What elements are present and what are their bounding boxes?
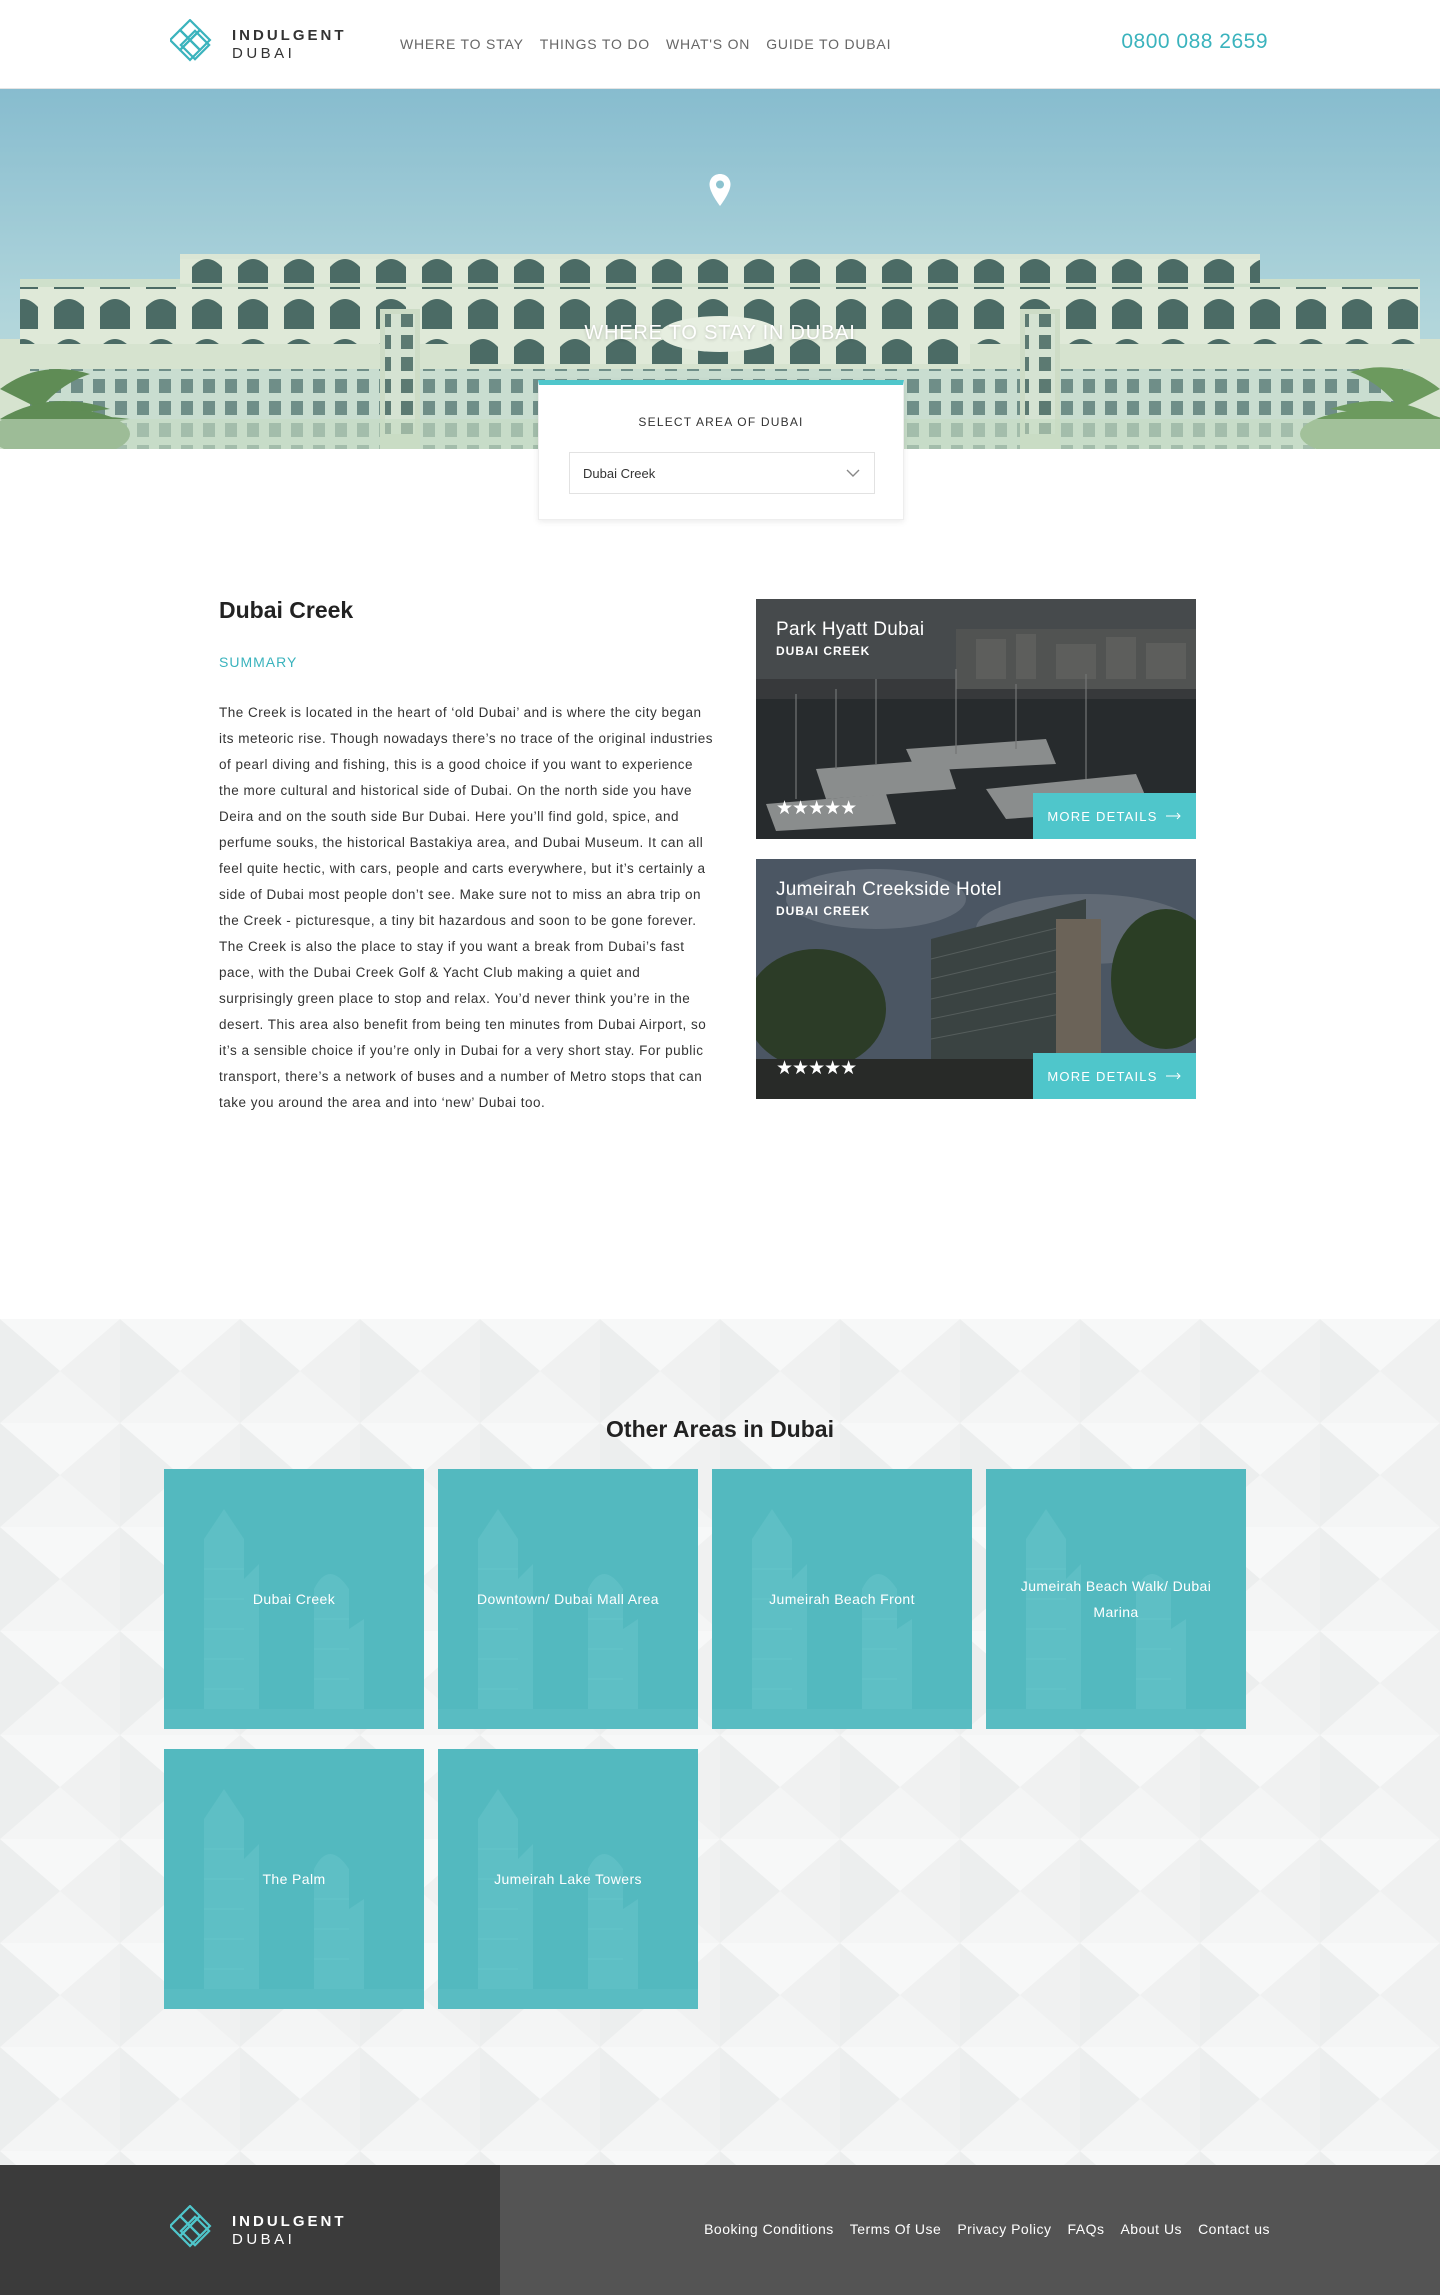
hotel-card-jumeirah-creekside[interactable]: Jumeirah Creekside Hotel DUBAI CREEK ★★★… bbox=[756, 859, 1196, 1099]
brand-name-line2: DUBAI bbox=[232, 2230, 296, 2248]
area-tile-label: Jumeirah Lake Towers bbox=[494, 1871, 642, 1887]
area-tile-downtown-dubai-mall[interactable]: Downtown/ Dubai Mall Area bbox=[438, 1469, 698, 1729]
footer-logo[interactable]: INDULGENT DUBAI bbox=[170, 2205, 347, 2255]
brand-name-line2: DUBAI bbox=[232, 44, 296, 62]
area-tile-jumeirah-lake-towers[interactable]: Jumeirah Lake Towers bbox=[438, 1749, 698, 2009]
hotel-name: Park Hyatt Dubai bbox=[776, 619, 925, 640]
phone-number[interactable]: 0800 088 2659 bbox=[1121, 30, 1268, 54]
footer-link-privacy-policy[interactable]: Privacy Policy bbox=[957, 2221, 1051, 2237]
hotel-area: DUBAI CREEK bbox=[776, 904, 871, 918]
footer-links: Booking Conditions Terms Of Use Privacy … bbox=[704, 2221, 1270, 2237]
more-details-button[interactable]: MORE DETAILS bbox=[1033, 1053, 1196, 1099]
summary-label: SUMMARY bbox=[219, 654, 298, 670]
nav-things-to-do[interactable]: THINGS TO DO bbox=[540, 36, 650, 52]
star-rating: ★★★★★ bbox=[776, 798, 857, 819]
area-tile-the-palm[interactable]: The Palm bbox=[164, 1749, 424, 2009]
brand-logo[interactable]: INDULGENT DUBAI bbox=[170, 19, 347, 69]
footer-link-about-us[interactable]: About Us bbox=[1120, 2221, 1182, 2237]
area-title: Dubai Creek bbox=[219, 597, 354, 623]
arrow-right-icon bbox=[1165, 1072, 1181, 1080]
site-header: INDULGENT DUBAI WHERE TO STAY THINGS TO … bbox=[0, 0, 1440, 89]
other-areas-title: Other Areas in Dubai bbox=[606, 1416, 834, 1442]
more-details-label: MORE DETAILS bbox=[1047, 1068, 1158, 1084]
area-tile-jumeirah-beach-front[interactable]: Jumeirah Beach Front bbox=[712, 1469, 972, 1729]
hero-title: WHERE TO STAY IN DUBAI bbox=[584, 322, 856, 344]
more-details-button[interactable]: MORE DETAILS bbox=[1033, 793, 1196, 839]
area-tile-label: Downtown/ Dubai Mall Area bbox=[477, 1591, 659, 1607]
hotel-name: Jumeirah Creekside Hotel bbox=[776, 879, 1002, 900]
logo-knot-icon bbox=[170, 2205, 212, 2248]
nav-where-to-stay[interactable]: WHERE TO STAY bbox=[400, 36, 524, 52]
area-tile-label: The Palm bbox=[262, 1871, 326, 1887]
footer-link-booking-conditions[interactable]: Booking Conditions bbox=[704, 2221, 834, 2237]
arrow-right-icon bbox=[1165, 812, 1181, 820]
area-tile-dubai-creek[interactable]: Dubai Creek bbox=[164, 1469, 424, 1729]
other-areas-section: Other Areas in Dubai Dubai Creek Downtow… bbox=[0, 1319, 1440, 2165]
area-tile-jumeirah-beach-walk-dubai-marina[interactable]: Jumeirah Beach Walk/ Dubai Marina bbox=[986, 1469, 1246, 1729]
area-summary-text: The Creek is located in the heart of ‘ol… bbox=[219, 705, 713, 1110]
nav-whats-on[interactable]: WHAT'S ON bbox=[666, 36, 750, 52]
area-tile-label: Jumeirah Beach Walk/ Dubai Marina bbox=[1020, 1578, 1212, 1620]
logo-knot-icon bbox=[170, 19, 212, 62]
area-tile-label: Jumeirah Beach Front bbox=[769, 1591, 915, 1607]
hotel-card-park-hyatt[interactable]: Park Hyatt Dubai DUBAI CREEK ★★★★★ MORE … bbox=[756, 599, 1196, 839]
brand-name-line1: INDULGENT bbox=[232, 26, 347, 44]
footer-link-terms-of-use[interactable]: Terms Of Use bbox=[850, 2221, 942, 2237]
star-rating: ★★★★★ bbox=[776, 1058, 857, 1079]
footer-link-contact-us[interactable]: Contact us bbox=[1198, 2221, 1270, 2237]
nav-guide-to-dubai[interactable]: GUIDE TO DUBAI bbox=[766, 36, 891, 52]
brand-name-line1: INDULGENT bbox=[232, 2212, 347, 2230]
more-details-label: MORE DETAILS bbox=[1047, 808, 1158, 824]
area-select-label: SELECT AREA OF DUBAI bbox=[638, 415, 804, 429]
main-nav: WHERE TO STAY THINGS TO DO WHAT'S ON GUI… bbox=[400, 36, 891, 52]
area-tile-label: Dubai Creek bbox=[252, 1591, 336, 1607]
location-pin-icon bbox=[709, 174, 731, 206]
site-footer: INDULGENT DUBAI Booking Conditions Terms… bbox=[0, 2165, 1440, 2295]
hotel-area: DUBAI CREEK bbox=[776, 644, 871, 658]
footer-link-faqs[interactable]: FAQs bbox=[1067, 2221, 1104, 2237]
area-details-section: Dubai Creek SUMMARY The Creek is located… bbox=[0, 449, 1440, 1319]
background-pattern bbox=[0, 1319, 1440, 2165]
